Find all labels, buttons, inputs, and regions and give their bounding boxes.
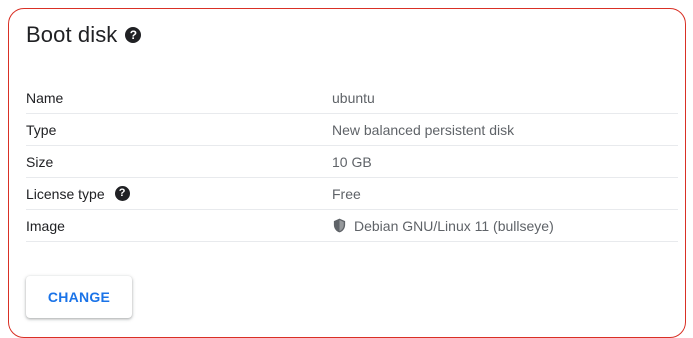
row-label: Type	[26, 121, 57, 138]
row-label: Name	[26, 89, 64, 106]
help-circle-icon[interactable]: ?	[125, 27, 142, 43]
row-value: Free	[332, 185, 361, 202]
row-label: License type	[26, 185, 105, 202]
panel-header: Boot disk ?	[26, 20, 142, 50]
detail-row-image: Image Debian GNU/Linux 11 (bullseye)	[26, 210, 678, 242]
detail-row-type: Type New balanced persistent disk	[26, 114, 678, 146]
row-value: Debian GNU/Linux 11 (bullseye)	[354, 217, 554, 234]
row-label: Image	[26, 217, 65, 234]
detail-row-size: Size 10 GB	[26, 146, 678, 178]
row-label: Size	[26, 153, 54, 170]
panel-title: Boot disk	[26, 22, 118, 47]
row-value: 10 GB	[332, 153, 372, 170]
row-value: ubuntu	[332, 89, 375, 106]
boot-disk-details: Name ubuntu Type New balanced persistent…	[26, 82, 678, 242]
shield-icon	[333, 218, 346, 233]
row-value-wrap: Debian GNU/Linux 11 (bullseye)	[332, 218, 554, 234]
help-circle-icon[interactable]: ?	[114, 186, 130, 201]
detail-row-name: Name ubuntu	[26, 82, 678, 114]
detail-row-license-type: License type ? Free	[26, 178, 678, 210]
row-value: New balanced persistent disk	[332, 121, 515, 138]
change-button[interactable]: CHANGE	[26, 276, 132, 318]
row-label-wrap: License type ?	[26, 186, 332, 202]
